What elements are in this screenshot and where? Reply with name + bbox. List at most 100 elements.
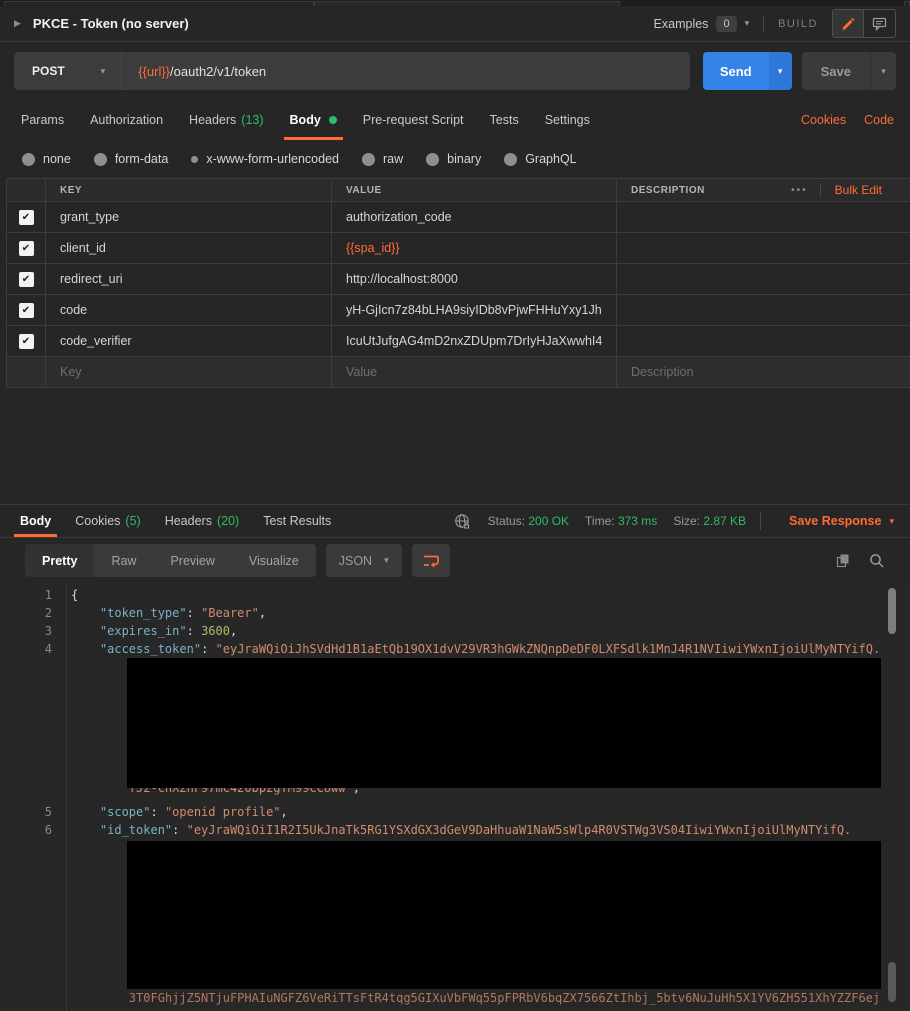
edit-mode-button[interactable] — [833, 10, 864, 37]
code-line: 3T0FGhjjZ5NTjuFPHAIuNGFZ6VeRiTTsFtR4tqg5… — [0, 989, 886, 1007]
method-selector[interactable]: POST — [14, 64, 65, 78]
response-tab-body[interactable]: Body — [8, 505, 63, 537]
view-mode-pretty[interactable]: Pretty — [25, 544, 94, 577]
code-line: HQ5QIQTL_29MIAVL_V0P15__9I9V_0H — [0, 1007, 886, 1011]
redacted-token-block — [127, 841, 881, 989]
response-tabs: BodyCookies(5)Headers(20)Test Results — [8, 505, 343, 537]
request-tab-links: Cookies Code — [801, 100, 902, 140]
param-value-cell[interactable]: http://localhost:8000 — [332, 264, 617, 294]
tab-headers[interactable]: Headers(13) — [176, 100, 276, 140]
url-input[interactable]: {{url}}/oauth2/v1/token — [138, 64, 266, 79]
network-globe-icon[interactable] — [453, 512, 472, 531]
param-description-cell[interactable] — [617, 264, 910, 294]
token-string: "eyJraWQiOiI1R2I5UkJnaTk5RG1YSXdGX3dGeV9… — [187, 823, 852, 837]
param-value-cell[interactable]: yH-GjIcn7z84bLHA9siyIDb8vPjwFHHuYxy1JhnJ… — [332, 295, 617, 325]
divider — [121, 52, 122, 90]
param-key-cell[interactable]: redirect_uri — [46, 264, 332, 294]
examples-dropdown[interactable]: Examples — [654, 17, 709, 31]
comments-button[interactable] — [864, 10, 895, 37]
param-key-cell[interactable]: grant_type — [46, 202, 332, 232]
tab-pre-request-script[interactable]: Pre-request Script — [350, 100, 477, 140]
param-description-cell[interactable] — [617, 295, 910, 325]
checkbox-checked-icon[interactable]: ✔ — [19, 334, 34, 349]
param-key-cell[interactable]: code_verifier — [46, 326, 332, 356]
param-row: ✔ redirect_urihttp://localhost:8000 — [7, 264, 910, 295]
param-value-cell[interactable]: Value — [332, 357, 617, 387]
view-mode-raw[interactable]: Raw — [94, 544, 153, 577]
body-mode-form-data[interactable]: form-data — [94, 152, 169, 166]
language-dropdown[interactable]: JSON ▾ — [326, 544, 402, 577]
send-button[interactable]: Send — [703, 52, 769, 90]
tab-settings[interactable]: Settings — [532, 100, 603, 140]
param-key-cell[interactable]: client_id — [46, 233, 332, 263]
view-mode-preview[interactable]: Preview — [153, 544, 231, 577]
token-punctuation: , — [259, 606, 266, 620]
status-label: Status: — [488, 514, 525, 528]
param-key-cell[interactable]: code — [46, 295, 332, 325]
copy-icon[interactable] — [834, 552, 851, 569]
response-tab-headers[interactable]: Headers(20) — [153, 505, 251, 537]
token-punctuation: : — [172, 823, 186, 837]
body-mode-x-www-form-urlencoded[interactable]: x-www-form-urlencoded — [191, 152, 339, 166]
param-value-cell[interactable]: IcuUtJufgAG4mD2nxZDUpm7DrIyHJaXwwhI4Qy..… — [332, 326, 617, 356]
param-checkbox-cell — [7, 357, 46, 387]
bulk-edit-link[interactable]: Bulk Edit — [821, 183, 896, 197]
cookies-link[interactable]: Cookies — [801, 113, 846, 127]
line-number: 6 — [0, 821, 52, 839]
wrap-lines-button[interactable] — [412, 544, 450, 577]
scrollbar-thumb-top[interactable] — [888, 588, 896, 634]
checkbox-checked-icon[interactable]: ✔ — [19, 210, 34, 225]
param-description-cell[interactable] — [617, 326, 910, 356]
code-line: 1{ — [0, 586, 886, 604]
param-key-cell[interactable]: Key — [46, 357, 332, 387]
tab-authorization[interactable]: Authorization — [77, 100, 176, 140]
more-options-icon[interactable]: ••• — [779, 185, 820, 196]
param-value-cell[interactable]: {{spa_id}} — [332, 233, 617, 263]
body-mode-binary[interactable]: binary — [426, 152, 481, 166]
scrollbar-thumb-bottom[interactable] — [888, 962, 896, 1002]
view-mode-visualize[interactable]: Visualize — [232, 544, 316, 577]
response-tab-cookies[interactable]: Cookies(5) — [63, 505, 152, 537]
checkbox-checked-icon[interactable]: ✔ — [19, 241, 34, 256]
body-mode-raw[interactable]: raw — [362, 152, 403, 166]
tab-tests[interactable]: Tests — [477, 100, 532, 140]
radio-icon — [191, 156, 198, 163]
token-string: "eyJraWQiOiJhSVdHd1B1aEtQb19OX1dvV29VR3h… — [216, 642, 881, 656]
save-button[interactable]: Save — [802, 52, 871, 90]
request-title: PKCE - Token (no server) — [33, 16, 189, 31]
radio-icon — [504, 153, 517, 166]
examples-chevron-down-icon[interactable]: ▾ — [745, 18, 750, 29]
checkbox-checked-icon[interactable]: ✔ — [19, 303, 34, 318]
app-tab-active[interactable] — [314, 1, 620, 6]
body-mode-graphql[interactable]: GraphQL — [504, 152, 576, 166]
method-chevron-down-icon[interactable]: ▾ — [101, 66, 106, 77]
response-tab-test-results[interactable]: Test Results — [251, 505, 343, 537]
param-description-cell[interactable] — [617, 202, 910, 232]
param-value: IcuUtJufgAG4mD2nxZDUpm7DrIyHJaXwwhI4Qy..… — [346, 334, 602, 348]
code-link[interactable]: Code — [864, 113, 894, 127]
chevron-down-icon: ▾ — [778, 66, 783, 77]
save-response-chevron-down-icon[interactable]: ▾ — [889, 516, 894, 527]
body-mode-label: form-data — [115, 152, 169, 166]
collection-expand-icon[interactable]: ▶ — [14, 18, 21, 29]
token-string: 3T0FGhjjZ5NTjuFPHAIuNGFZ6VeRiTTsFtR4tqg5… — [129, 991, 880, 1005]
checkbox-checked-icon[interactable]: ✔ — [19, 272, 34, 287]
app-tab[interactable] — [4, 1, 314, 6]
param-value-cell[interactable]: authorization_code — [332, 202, 617, 232]
param-description-cell[interactable]: Description — [617, 357, 910, 387]
column-header-key: KEY — [60, 185, 82, 196]
save-options-button[interactable]: ▾ — [871, 52, 896, 90]
body-mode-none[interactable]: none — [22, 152, 71, 166]
save-response-button[interactable]: Save Response — [789, 514, 881, 528]
param-value: authorization_code — [346, 210, 452, 224]
tab-body[interactable]: Body — [277, 100, 350, 140]
response-body-editor[interactable]: 1{2 "token_type": "Bearer",3 "expires_in… — [0, 583, 910, 1011]
url-field[interactable]: POST ▾ {{url}}/oauth2/v1/token — [14, 52, 690, 90]
tab-label: Pre-request Script — [363, 113, 464, 127]
param-row: ✔ client_id{{spa_id}} — [7, 233, 910, 264]
tab-params[interactable]: Params — [8, 100, 77, 140]
token-key: "scope" — [100, 805, 151, 819]
send-options-button[interactable]: ▾ — [769, 52, 792, 90]
param-description-cell[interactable] — [617, 233, 910, 263]
search-icon[interactable] — [868, 552, 885, 569]
